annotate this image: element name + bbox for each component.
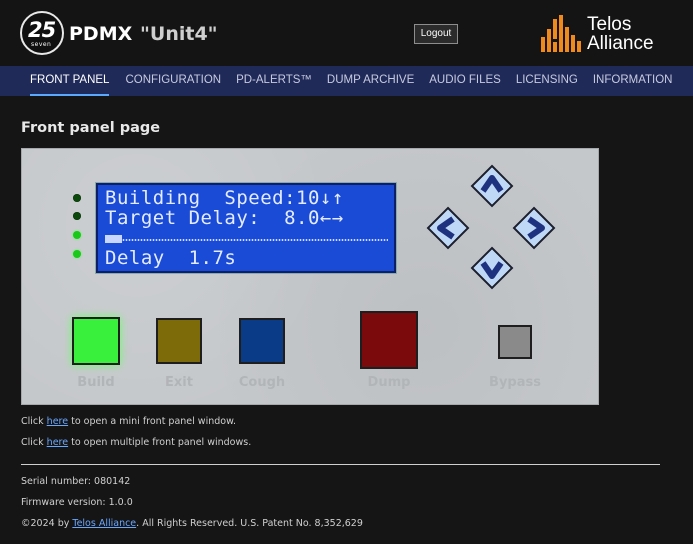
lcd-line-4: Delay 1.7s <box>105 247 237 269</box>
telos-alliance-link[interactable]: Telos Alliance <box>72 518 136 529</box>
cough-label: Cough <box>238 375 286 390</box>
arrow-left-button[interactable] <box>426 206 470 250</box>
multi-prefix: Click <box>21 437 47 448</box>
lcd-progress-fill <box>105 235 122 243</box>
cough-button[interactable] <box>239 318 285 364</box>
logo-number: 25 <box>28 18 56 42</box>
unit-name: "Unit4" <box>140 23 218 45</box>
lcd-line-2: Target Delay: 8.0←→ <box>105 207 344 229</box>
lcd-line-1: Building Speed:10↓↑ <box>105 187 344 209</box>
nav-pd-alerts[interactable]: PD-ALERTS™ <box>236 66 312 96</box>
arrow-right-button[interactable] <box>512 206 556 250</box>
app-name: PDMX <box>69 23 133 45</box>
footer-divider <box>21 464 660 465</box>
multi-panel-link[interactable]: here <box>47 437 68 448</box>
status-led-4 <box>73 250 81 258</box>
dump-label: Dump <box>367 375 411 390</box>
status-led-1 <box>73 194 81 202</box>
build-button[interactable] <box>72 317 120 365</box>
page-title: Front panel page <box>21 120 161 136</box>
mini-prefix: Click <box>21 416 47 427</box>
mini-panel-line: Click here to open a mini front panel wi… <box>21 416 236 427</box>
lcd-progress-bar <box>105 235 388 243</box>
arrow-down-button[interactable] <box>470 246 514 290</box>
lcd-progress-track <box>122 239 388 241</box>
bypass-label: Bypass <box>489 375 541 390</box>
mini-suffix: to open a mini front panel window. <box>68 416 236 427</box>
copyright-line: ©2024 by Telos Alliance. All Rights Rese… <box>21 518 363 529</box>
copyright-suffix: . All Rights Reserved. U.S. Patent No. 8… <box>136 518 363 529</box>
anniversary-logo: 25 seven <box>20 11 64 55</box>
exit-button[interactable] <box>156 318 202 364</box>
logout-button[interactable]: Logout <box>414 24 458 44</box>
copyright-prefix: ©2024 by <box>21 518 73 529</box>
build-label: Build <box>77 375 115 390</box>
nav-front-panel[interactable]: FRONT PANEL <box>30 66 110 96</box>
dump-button[interactable] <box>360 311 418 369</box>
brand-line2: Alliance <box>587 33 654 54</box>
firmware-version: Firmware version: 1.0.0 <box>21 497 133 508</box>
brand-line1: Telos <box>587 14 632 35</box>
status-led-3 <box>73 231 81 239</box>
bypass-button[interactable] <box>498 325 532 359</box>
logo-sub: seven <box>31 41 52 48</box>
nav-information[interactable]: INFORMATION <box>593 66 673 96</box>
multi-suffix: to open multiple front panel windows. <box>68 437 252 448</box>
nav-configuration[interactable]: CONFIGURATION <box>125 66 221 96</box>
main-nav: FRONT PANEL CONFIGURATION PD-ALERTS™ DUM… <box>0 66 693 96</box>
nav-dump-archive[interactable]: DUMP ARCHIVE <box>327 66 414 96</box>
serial-number: Serial number: 080142 <box>21 476 131 487</box>
nav-audio-files[interactable]: AUDIO FILES <box>429 66 501 96</box>
brand-wordmark: Telos Alliance <box>587 15 654 53</box>
status-led-2 <box>73 212 81 220</box>
telos-logo-icon <box>541 15 581 52</box>
header: 25 seven PDMX "Unit4" Logout Telos Allia… <box>0 0 693 66</box>
nav-licensing[interactable]: LICENSING <box>516 66 578 96</box>
mini-panel-link[interactable]: here <box>47 416 68 427</box>
multi-panel-line: Click here to open multiple front panel … <box>21 437 251 448</box>
arrow-up-button[interactable] <box>470 164 514 208</box>
lcd-display: Building Speed:10↓↑ Target Delay: 8.0←→ … <box>96 183 396 273</box>
exit-label: Exit <box>165 375 193 390</box>
